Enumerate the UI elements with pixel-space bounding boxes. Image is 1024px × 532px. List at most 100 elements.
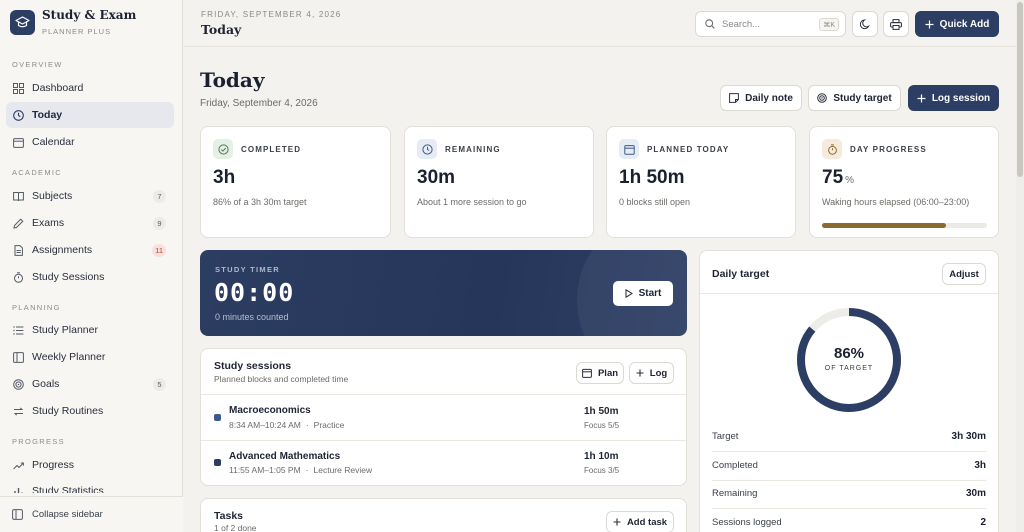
sidebar-item-weekly-planner[interactable]: Weekly Planner <box>6 344 174 370</box>
daily-note-button[interactable]: Daily note <box>720 85 802 111</box>
daily-note-label: Daily note <box>745 92 793 104</box>
sidebar-item-calendar[interactable]: Calendar <box>6 129 174 155</box>
header-date: FRIDAY, SEPTEMBER 4, 2026 <box>201 10 342 19</box>
sidebar-item-study-routines[interactable]: Study Routines <box>6 398 174 424</box>
print-button[interactable] <box>883 11 909 37</box>
sidebar-item-label: Study Planner <box>32 324 98 336</box>
target-percent: 86% <box>833 345 865 362</box>
check-circle-icon <box>213 139 233 159</box>
stat-subtext: About 1 more session to go <box>417 197 527 207</box>
sidebar-item-label: Weekly Planner <box>32 351 106 363</box>
scrollbar[interactable] <box>1016 0 1024 532</box>
calendar-icon <box>12 136 24 148</box>
columns-icon <box>12 351 24 363</box>
session-name: Advanced Mathematics <box>229 451 341 462</box>
plus-icon <box>613 518 627 526</box>
daily-target-title: Daily target <box>712 268 770 280</box>
sidebar-item-goals[interactable]: Goals 5 <box>6 371 174 397</box>
divider <box>712 508 986 509</box>
session-name: Macroeconomics <box>229 405 311 416</box>
sidebar-item-study-sessions[interactable]: Study Sessions <box>6 264 174 290</box>
log-button[interactable]: Log <box>629 362 674 384</box>
trend-icon <box>12 459 24 471</box>
sidebar-item-subjects[interactable]: Subjects 7 <box>6 183 174 209</box>
study-sessions-card: Study sessions Planned blocks and comple… <box>200 348 687 486</box>
target-icon <box>817 93 833 103</box>
page-title: Today <box>200 68 265 92</box>
timer-subtext: 0 minutes counted <box>215 312 289 322</box>
sidebar-item-dashboard[interactable]: Dashboard <box>6 75 174 101</box>
plan-label: Plan <box>597 367 619 379</box>
clock-icon <box>417 139 437 159</box>
collapse-sidebar-button[interactable]: Collapse sidebar <box>0 496 183 532</box>
daily-target-card: Daily target Adjust 86% OF TARGET Target… <box>699 250 999 532</box>
session-row[interactable]: Macroeconomics 8:34 AM–10:24 AM · Practice… <box>201 395 686 440</box>
day-progress-bar <box>822 223 987 228</box>
sidebar-item-exams[interactable]: Exams 9 <box>6 210 174 236</box>
sidebar-item-label: Progress <box>32 459 75 471</box>
stat-label: PLANNED TODAY <box>647 145 730 154</box>
sidebar-item-progress[interactable]: Progress <box>6 452 174 478</box>
stat-label: COMPLETED <box>241 145 302 154</box>
quick-add-button[interactable]: Quick Add <box>915 11 999 37</box>
log-session-label: Log session <box>931 92 991 104</box>
timer-label: STUDY TIMER <box>215 265 280 274</box>
brand-title: Study & Exam <box>42 8 137 22</box>
stat-card-day-progress: DAY PROGRESS 75% Waking hours elapsed (0… <box>809 126 999 238</box>
brand-subtitle: PLANNER PLUS <box>42 27 112 36</box>
sidebar-item-assignments[interactable]: Assignments 11 <box>6 237 174 263</box>
sessions-subtitle: Planned blocks and completed time <box>214 374 349 384</box>
session-meta: 8:34 AM–10:24 AM · Practice <box>229 420 345 430</box>
section-label-progress: PROGRESS <box>12 437 65 446</box>
theme-toggle-button[interactable] <box>852 11 878 37</box>
stat-value: 1h 50m <box>619 167 685 188</box>
bar-chart-icon <box>12 485 24 493</box>
sidebar-item-label: Dashboard <box>32 82 84 94</box>
plan-button[interactable]: Plan <box>576 362 624 384</box>
sessions-title: Study sessions <box>214 360 292 372</box>
adjust-label: Adjust <box>949 268 979 280</box>
page-date: Friday, September 4, 2026 <box>200 98 318 109</box>
quick-add-label: Quick Add <box>939 18 990 30</box>
divider <box>712 480 986 481</box>
timer-start-button[interactable]: Start <box>613 281 673 306</box>
target-ring: 86% OF TARGET <box>796 307 902 413</box>
target-value: 3h 30m <box>951 431 986 442</box>
header-title: Today <box>201 22 242 37</box>
sidebar-item-study-statistics[interactable]: Study Statistics <box>6 479 174 493</box>
study-target-button[interactable]: Study target <box>808 85 901 111</box>
adjust-button[interactable]: Adjust <box>942 263 986 285</box>
brand[interactable]: Study & Exam PLANNER PLUS <box>10 8 136 36</box>
search-input[interactable]: Search... ⌘K <box>695 11 846 37</box>
calendar-icon <box>619 139 639 159</box>
add-task-button[interactable]: Add task <box>606 511 674 532</box>
session-focus: Focus 3/5 <box>584 466 620 475</box>
sidebar-item-study-planner[interactable]: Study Planner <box>6 317 174 343</box>
grid-icon <box>12 82 24 94</box>
divider <box>700 293 998 294</box>
stopwatch-icon <box>12 271 24 283</box>
collapse-sidebar-label: Collapse sidebar <box>32 509 103 520</box>
stat-card-remaining: REMAINING 30m About 1 more session to go <box>404 126 594 238</box>
printer-icon <box>890 18 902 30</box>
sidebar-toggle-icon <box>12 509 23 520</box>
start-label: Start <box>638 288 662 299</box>
count-badge: 9 <box>153 217 166 230</box>
play-icon <box>625 289 633 298</box>
stat-subtext: Waking hours elapsed (06:00–23:00) <box>822 197 970 207</box>
list-icon <box>12 324 24 336</box>
sidebar: Study & Exam PLANNER PLUS OVERVIEW Dashb… <box>0 0 183 532</box>
scrollbar-thumb[interactable] <box>1017 2 1023 177</box>
stat-card-planned-today: PLANNED TODAY 1h 50m 0 blocks still open <box>606 126 796 238</box>
stat-card-completed: COMPLETED 3h 86% of a 3h 30m target <box>200 126 391 238</box>
target-icon <box>12 378 24 390</box>
plus-icon <box>925 20 940 29</box>
top-header: FRIDAY, SEPTEMBER 4, 2026 Today Search..… <box>184 0 1024 47</box>
sidebar-item-label: Subjects <box>32 190 73 202</box>
book-icon <box>12 190 24 202</box>
log-session-button[interactable]: Log session <box>908 85 999 111</box>
count-badge: 5 <box>153 378 166 391</box>
session-row[interactable]: Advanced Mathematics 11:55 AM–1:05 PM · Le… <box>201 441 686 486</box>
sidebar-item-today[interactable]: Today <box>6 102 174 128</box>
section-label-overview: OVERVIEW <box>12 60 63 69</box>
